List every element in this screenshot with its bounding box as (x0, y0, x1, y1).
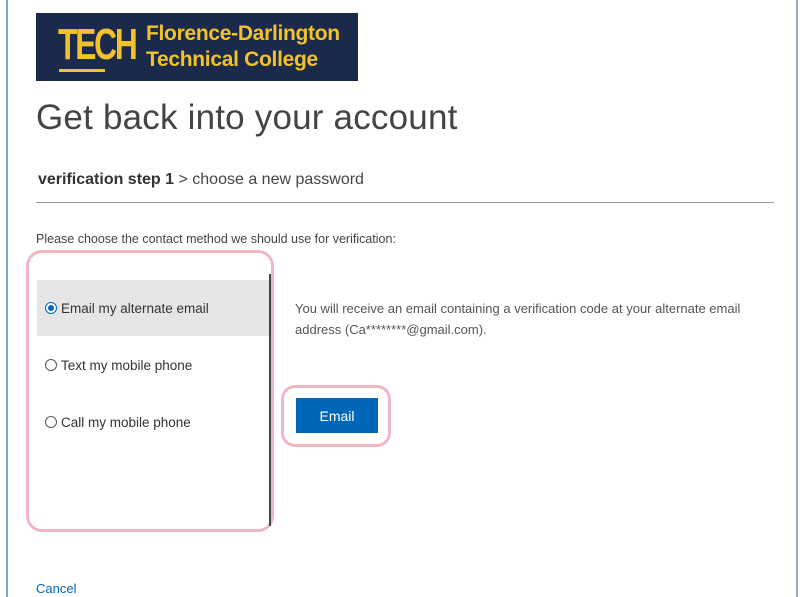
contact-method-prompt: Please choose the contact method we shou… (36, 232, 396, 246)
breadcrumb-current-step: verification step 1 (38, 171, 175, 188)
breadcrumb-next-step: choose a new password (192, 171, 364, 188)
window-left-border (6, 0, 8, 597)
breadcrumb-separator: > (174, 171, 193, 188)
breadcrumb-divider (36, 202, 774, 203)
logo-mark: TECH (58, 20, 138, 69)
radio-unselected-icon[interactable] (45, 359, 57, 371)
option-label: Call my mobile phone (61, 414, 191, 430)
email-button[interactable]: Email (296, 398, 378, 433)
window-right-border (796, 0, 798, 597)
option-email-alternate[interactable]: Email my alternate email (37, 280, 269, 336)
option-text-mobile[interactable]: Text my mobile phone (37, 337, 269, 393)
cancel-link[interactable]: Cancel (36, 581, 76, 596)
option-call-mobile[interactable]: Call my mobile phone (37, 394, 269, 450)
option-label: Text my mobile phone (61, 357, 193, 373)
contact-method-options: Email my alternate email Text my mobile … (37, 274, 271, 526)
college-logo: TECH Florence-Darlington Technical Colle… (36, 13, 358, 81)
radio-selected-icon[interactable] (45, 302, 57, 314)
page-title: Get back into your account (36, 98, 458, 137)
logo-college-name: Florence-Darlington Technical College (146, 21, 340, 73)
logo-underline (59, 69, 105, 72)
breadcrumb: verification step 1 > choose a new passw… (38, 171, 364, 189)
option-label: Email my alternate email (61, 300, 209, 316)
verification-info-text: You will receive an email containing a v… (295, 301, 741, 337)
radio-unselected-icon[interactable] (45, 416, 57, 428)
logo-line-1: Florence-Darlington (146, 22, 340, 45)
logo-line-2: Technical College (146, 48, 318, 71)
